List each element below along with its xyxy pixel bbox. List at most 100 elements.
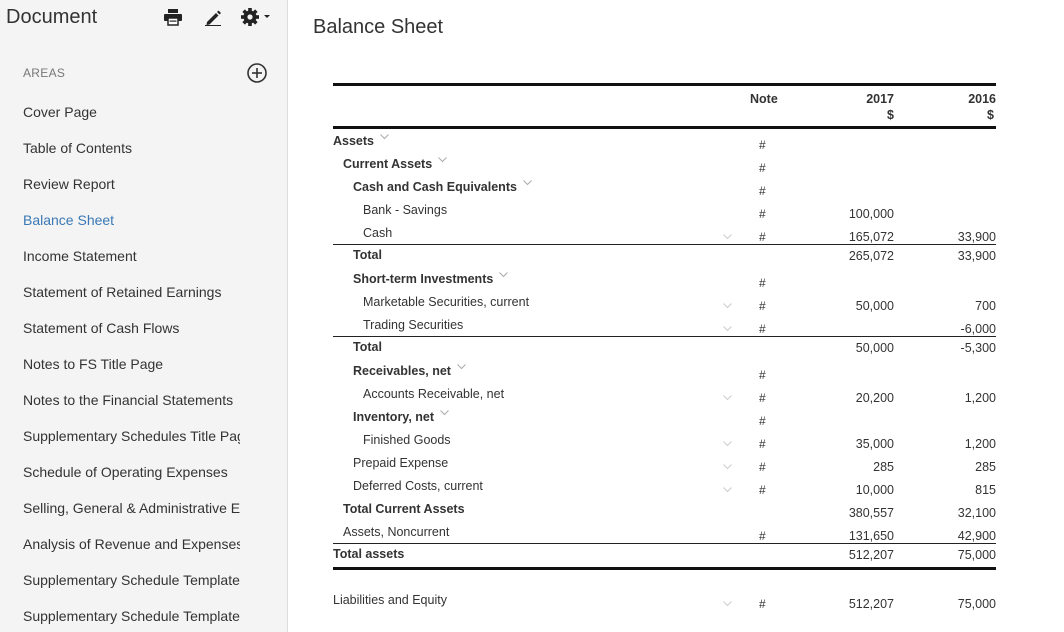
value-2016: 815 bbox=[975, 483, 996, 497]
table-row[interactable]: Cash and Cash Equivalents # bbox=[333, 175, 996, 198]
note-column-header: Note bbox=[750, 92, 778, 106]
note-ref[interactable]: # bbox=[759, 138, 766, 152]
table-row[interactable]: Bank - Savings #100,000 bbox=[333, 198, 996, 221]
value-2016: 1,200 bbox=[964, 437, 996, 451]
table-row[interactable]: Cash #165,072 33,900 bbox=[333, 221, 996, 244]
note-ref[interactable]: # bbox=[759, 391, 766, 405]
row-label: Receivables, net bbox=[353, 364, 451, 378]
value-2017: 35,000 bbox=[855, 437, 894, 451]
row-label: Cash and Cash Equivalents bbox=[353, 180, 517, 194]
table-row-total[interactable]: Total 50,000 -5,300 bbox=[333, 336, 996, 359]
value-2016: 75,000 bbox=[957, 597, 996, 611]
note-ref[interactable]: # bbox=[759, 184, 766, 198]
collapse-chevron-icon[interactable] bbox=[438, 157, 448, 165]
sidebar-item-notes-to-the-financial-statements[interactable]: Notes to the Financial Statements bbox=[0, 382, 240, 418]
note-ref[interactable]: # bbox=[759, 529, 766, 543]
row-chevron-down-icon[interactable] bbox=[723, 482, 732, 493]
sidebar-item-review-report[interactable]: Review Report bbox=[0, 166, 240, 202]
table-row[interactable]: Current Assets # bbox=[333, 152, 996, 175]
note-ref[interactable]: # bbox=[759, 299, 766, 313]
row-label: Cash bbox=[363, 226, 393, 240]
table-row[interactable]: Trading Securities # -6,000 bbox=[333, 313, 996, 336]
table-row[interactable]: Assets, Noncurrent #131,650 42,900 bbox=[333, 520, 996, 543]
table-header: Note 2017 2016 $ $ bbox=[333, 86, 996, 126]
row-label: Deferred Costs, current bbox=[353, 479, 483, 493]
edit-icon[interactable] bbox=[202, 6, 224, 28]
note-ref[interactable]: # bbox=[759, 597, 766, 611]
value-2017: 131,650 bbox=[848, 529, 894, 543]
sidebar-item-income-statement[interactable]: Income Statement bbox=[0, 238, 240, 274]
row-chevron-down-icon[interactable] bbox=[723, 390, 732, 401]
table-row-liabilities[interactable]: Liabilities and Equity #512,207 75,000 bbox=[333, 588, 996, 614]
value-2017: 10,000 bbox=[855, 483, 894, 497]
table-row-total[interactable]: Total 265,072 33,900 bbox=[333, 244, 996, 267]
row-label: Total assets bbox=[333, 547, 405, 561]
value-2017: 512,207 bbox=[848, 597, 894, 611]
row-chevron-down-icon[interactable] bbox=[723, 298, 732, 309]
value-2016: 32,100 bbox=[957, 506, 996, 520]
note-ref[interactable]: # bbox=[759, 322, 766, 336]
table-row[interactable]: Prepaid Expense #285 285 bbox=[333, 451, 996, 474]
sidebar-item-table-of-contents[interactable]: Table of Contents bbox=[0, 130, 240, 166]
row-label: Assets bbox=[333, 134, 374, 148]
sidebar-item-schedule-of-operating-expenses[interactable]: Schedule of Operating Expenses bbox=[0, 454, 240, 490]
table-row[interactable]: Accounts Receivable, net #20,200 1,200 bbox=[333, 382, 996, 405]
table-row[interactable]: Deferred Costs, current #10,000 815 bbox=[333, 474, 996, 497]
note-ref[interactable]: # bbox=[759, 207, 766, 221]
value-2017: 285 bbox=[873, 460, 894, 474]
collapse-chevron-icon[interactable] bbox=[457, 364, 466, 372]
row-chevron-down-icon[interactable] bbox=[723, 459, 732, 470]
collapse-chevron-icon[interactable] bbox=[440, 410, 449, 418]
sidebar-item-selling-general-administrative-e[interactable]: Selling, General & Administrative E bbox=[0, 490, 240, 526]
value-2017: 380,557 bbox=[848, 506, 894, 520]
collapse-chevron-icon[interactable] bbox=[380, 134, 389, 142]
table-row-total[interactable]: Total assets 512,207 75,000 bbox=[333, 543, 996, 566]
row-label: Bank - Savings bbox=[363, 203, 448, 217]
table-row[interactable]: Finished Goods #35,000 1,200 bbox=[333, 428, 996, 451]
table-row[interactable]: Assets # bbox=[333, 129, 996, 152]
note-ref[interactable]: # bbox=[759, 276, 766, 290]
sidebar-item-balance-sheet[interactable]: Balance Sheet bbox=[0, 202, 240, 238]
sidebar-item-supplementary-schedules-title-pag[interactable]: Supplementary Schedules Title Pag bbox=[0, 418, 240, 454]
value-2016: 1,200 bbox=[964, 391, 996, 405]
value-2016: -5,300 bbox=[960, 341, 996, 355]
value-2017: 165,072 bbox=[848, 230, 894, 244]
sidebar-item-cover-page[interactable]: Cover Page bbox=[0, 94, 240, 130]
add-circle-icon[interactable] bbox=[246, 62, 268, 84]
sidebar-item-statement-of-retained-earnings[interactable]: Statement of Retained Earnings bbox=[0, 274, 240, 310]
value-2017: 50,000 bbox=[855, 341, 894, 355]
gear-icon[interactable] bbox=[240, 6, 274, 28]
value-2016: 285 bbox=[975, 460, 996, 474]
note-ref[interactable]: # bbox=[759, 437, 766, 451]
value-2016: -6,000 bbox=[960, 322, 996, 336]
sidebar-item-analysis-of-revenue-and-expenses[interactable]: Analysis of Revenue and Expenses bbox=[0, 526, 240, 562]
row-chevron-down-icon[interactable] bbox=[723, 596, 732, 607]
row-label: Marketable Securities, current bbox=[363, 295, 530, 309]
table-row[interactable]: Total Current Assets 380,557 32,100 bbox=[333, 497, 996, 520]
row-label: Short-term Investments bbox=[353, 272, 494, 286]
year-2016-header: 2016 bbox=[968, 92, 996, 106]
table-row[interactable]: Inventory, net # bbox=[333, 405, 996, 428]
sidebar-item-supplementary-schedule-template[interactable]: Supplementary Schedule Template bbox=[0, 562, 240, 598]
note-ref[interactable]: # bbox=[759, 483, 766, 497]
row-chevron-down-icon[interactable] bbox=[723, 321, 732, 332]
table-row[interactable]: Short-term Investments # bbox=[333, 267, 996, 290]
note-ref[interactable]: # bbox=[759, 414, 766, 428]
row-chevron-down-icon[interactable] bbox=[723, 229, 732, 240]
row-label: Prepaid Expense bbox=[353, 456, 449, 470]
sidebar-item-notes-to-fs-title-page[interactable]: Notes to FS Title Page bbox=[0, 346, 240, 382]
row-chevron-down-icon[interactable] bbox=[723, 436, 732, 447]
note-ref[interactable]: # bbox=[759, 161, 766, 175]
note-ref[interactable]: # bbox=[759, 368, 766, 382]
sidebar-item-statement-of-cash-flows[interactable]: Statement of Cash Flows bbox=[0, 310, 240, 346]
table-row[interactable]: Marketable Securities, current #50,000 700 bbox=[333, 290, 996, 313]
sidebar-item-supplementary-schedule-template[interactable]: Supplementary Schedule Template bbox=[0, 598, 240, 632]
value-2016: 700 bbox=[975, 299, 996, 313]
table-row[interactable]: Receivables, net # bbox=[333, 359, 996, 382]
print-icon[interactable] bbox=[162, 6, 184, 28]
main-content: Balance Sheet Note 2017 2016 $ $ Assets #… bbox=[289, 0, 1064, 632]
note-ref[interactable]: # bbox=[759, 230, 766, 244]
collapse-chevron-icon[interactable] bbox=[499, 272, 509, 280]
collapse-chevron-icon[interactable] bbox=[523, 180, 532, 188]
note-ref[interactable]: # bbox=[759, 460, 766, 474]
